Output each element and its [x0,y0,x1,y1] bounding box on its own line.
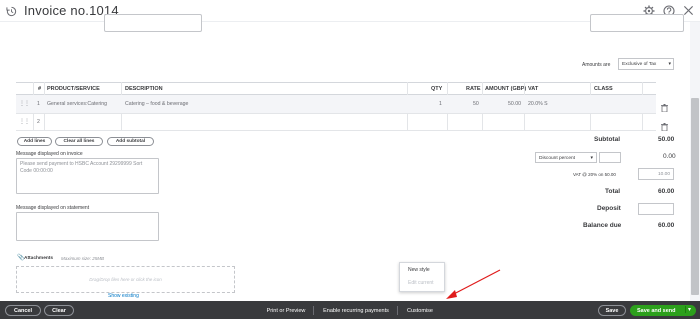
col-header-class: CLASS [594,86,613,92]
print-preview-button[interactable]: Print or Preview [262,305,310,316]
balance-due-value: 60.00 [658,222,675,229]
col-header-rate: RATE [466,86,481,92]
discount-type-value: Discount percent [539,155,575,161]
invoice-top-left-field[interactable] [104,14,202,32]
message-invoice-textarea[interactable]: Please send payment to HSBC Account 2929… [16,158,159,194]
vat-amount-value: 10.00 [657,172,670,177]
table-row[interactable]: ⋮⋮ [16,95,656,113]
table-top-border [16,82,656,83]
col-header-vat: VAT [528,86,539,92]
message-statement-label: Message displayed on statement [16,205,90,211]
col-header-amount: AMOUNT (GBP) [485,86,527,92]
subtotal-value: 50.00 [658,136,675,143]
row-product[interactable]: General services:Catering [47,101,107,107]
delete-row-trash-icon[interactable] [661,118,668,136]
history-icon[interactable] [5,5,17,17]
add-subtotal-button[interactable]: Add subtotal [107,137,154,146]
cancel-button[interactable]: Cancel [5,305,41,316]
add-lines-button[interactable]: Add lines [17,137,52,146]
clear-button[interactable]: Clear [44,305,74,316]
amounts-are-select[interactable]: Exclusive of Tax ▾ [618,58,674,70]
customise-button[interactable]: Customise [402,305,438,316]
row-rate[interactable]: 50 [473,101,479,107]
scrollbar-thumb[interactable] [691,98,699,295]
attachments-drop-text: Drag/Drop files here or click the icon [89,277,162,282]
discount-amount: 0.00 [663,153,676,160]
clear-all-lines-button[interactable]: Clear all lines [55,137,103,146]
drag-handle-icon[interactable]: ⋮⋮ [19,118,30,125]
attachments-dropzone[interactable]: Drag/Drop files here or click the icon [16,266,235,293]
row-amount[interactable]: 50.00 [508,101,521,107]
message-statement-textarea[interactable] [16,212,159,241]
enable-recurring-button[interactable]: Enable recurring payments [318,305,394,316]
save-and-send-button[interactable]: Save and send ▾ [630,305,696,316]
chevron-down-icon: ▾ [668,61,671,67]
col-header-description: DESCRIPTION [125,86,163,92]
invoice-top-right-field[interactable] [590,14,684,32]
total-label: Total [605,188,621,195]
chevron-down-icon[interactable]: ▾ [685,306,691,313]
col-header-number: # [38,86,42,92]
attachments-max-size: Maximum size: 25MB [61,256,105,261]
vat-amount-input[interactable]: 10.00 [638,168,674,180]
vat-label: VAT @ 20% on 50.00 [573,172,616,177]
deposit-input[interactable] [638,203,674,215]
save-and-send-label: Save and send [637,307,676,314]
subtotal-label: Subtotal [594,136,620,143]
new-style-menu-item[interactable]: New style [408,267,430,273]
row-description[interactable]: Catering – food & beverage [125,101,188,107]
edit-current-menu-item[interactable]: Edit current [408,280,434,286]
col-header-qty: QTY [431,86,443,92]
attachments-label: Attachments [24,256,54,261]
discount-type-select[interactable]: Discount percent ▾ [535,152,597,163]
row-divider [16,130,656,131]
delete-row-trash-icon[interactable] [661,99,668,117]
footer-separator [397,306,398,315]
customise-menu: New style Edit current [399,262,445,292]
show-existing-link[interactable]: Show existing [108,293,139,299]
deposit-label: Deposit [597,205,621,212]
save-button[interactable]: Save [598,305,626,316]
row-number: 2 [37,119,40,125]
chevron-down-icon: ▾ [590,154,593,161]
message-invoice-text: Please send payment to HSBC Account 2929… [20,161,143,174]
total-value: 60.00 [658,188,675,195]
footer-bar: Cancel Clear Print or Preview Enable rec… [0,301,700,319]
drag-handle-icon[interactable]: ⋮⋮ [19,100,30,107]
row-number: 1 [37,101,40,107]
col-header-product: PRODUCT/SERVICE [47,86,100,92]
amounts-are-value: Exclusive of Tax [622,62,657,67]
balance-due-label: Balance due [583,222,622,229]
discount-value-input[interactable] [599,152,621,163]
amounts-are-label: Amounts are [582,62,611,68]
footer-separator [313,306,314,315]
message-invoice-label: Message displayed on invoice [16,151,83,157]
table-row[interactable]: ⋮⋮ [16,114,656,130]
row-qty[interactable]: 1 [439,101,442,107]
row-vat[interactable]: 20.0% S [528,101,548,107]
annotation-arrow [446,269,501,299]
